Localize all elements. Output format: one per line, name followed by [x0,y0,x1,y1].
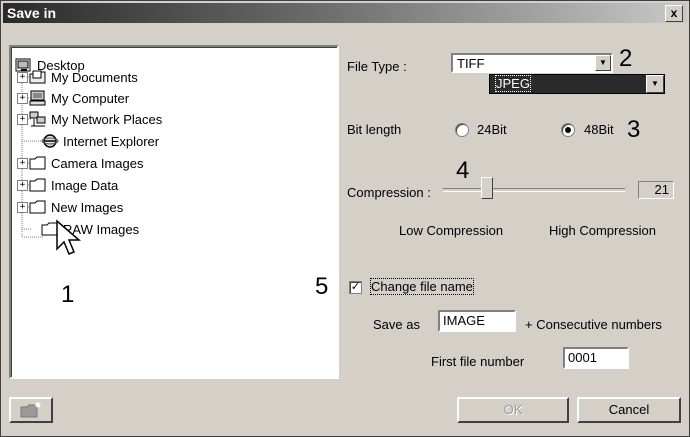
folder-icon [29,200,46,214]
tree-item-my-computer[interactable]: My Computer [29,88,129,108]
title-bar[interactable]: Save in x [3,3,687,23]
callout-3: 3 [627,116,641,143]
new-folder-icon [20,402,41,418]
network-icon [29,111,46,127]
callout-1: 1 [61,281,75,308]
file-type-label: File Type : [347,59,407,74]
chevron-down-icon[interactable]: ▼ [646,75,664,93]
compression-slider-track[interactable] [443,188,625,192]
tree-item-image-data[interactable]: Image Data [29,175,118,195]
file-type-dropdown-option[interactable]: JPEG ▼ [489,74,665,94]
bit-length-label: Bit length [347,122,402,137]
folder-documents-icon [29,70,46,84]
save-as-input[interactable]: IMAGE [438,310,516,332]
change-file-name-label[interactable]: Change file name [370,278,474,295]
consecutive-numbers-label: + Consecutive numbers [525,317,662,332]
expander-new-images[interactable]: + [17,202,28,213]
tree-item-new-images[interactable]: New Images [29,197,123,217]
window-title: Save in [7,5,57,21]
folder-icon [29,156,46,170]
radio-48bit-label: 48Bit [584,122,614,137]
expander-image-data[interactable]: + [17,180,28,191]
cancel-button[interactable]: Cancel [577,397,681,423]
expander-my-documents[interactable]: + [17,72,28,83]
radio-24bit-label: 24Bit [477,122,507,137]
folder-icon [29,178,46,192]
first-file-number-label: First file number [431,354,525,369]
file-type-select[interactable]: TIFF ▼ [451,53,613,73]
high-compression-label: High Compression [549,223,656,238]
expander-my-computer[interactable]: + [17,93,28,104]
chevron-down-icon[interactable]: ▼ [595,55,611,71]
save-as-label: Save as [373,317,420,332]
callout-5: 5 [315,273,329,300]
expander-camera-images[interactable]: + [17,158,28,169]
mouse-cursor-icon [56,219,82,255]
computer-icon [29,90,46,106]
callout-4: 4 [456,157,470,184]
new-folder-button[interactable] [9,397,53,423]
folder-tree[interactable]: Desktop + My Documents + My Computer + M… [9,45,339,379]
first-file-number-input[interactable]: 0001 [563,347,629,369]
radio-24bit[interactable] [455,123,469,137]
change-file-name-checkbox[interactable]: ✓ [349,281,362,294]
ok-button[interactable]: OK [457,397,569,423]
radio-48bit[interactable] [561,123,575,137]
compression-slider-thumb[interactable] [481,177,493,199]
tree-item-my-documents[interactable]: My Documents [29,67,138,87]
tree-item-my-network-places[interactable]: My Network Places [29,109,162,129]
tree-item-camera-images[interactable]: Camera Images [29,153,143,173]
compression-value: 21 [638,181,674,199]
compression-label: Compression : [347,185,431,200]
close-button[interactable]: x [665,5,683,22]
tree-item-internet-explorer[interactable]: Internet Explorer [41,131,159,151]
internet-explorer-icon [41,134,59,148]
save-in-dialog: Save in x Desktop + My Documents + My Co… [0,0,690,437]
low-compression-label: Low Compression [399,223,504,238]
callout-2: 2 [619,45,633,72]
expander-my-network-places[interactable]: + [17,114,28,125]
